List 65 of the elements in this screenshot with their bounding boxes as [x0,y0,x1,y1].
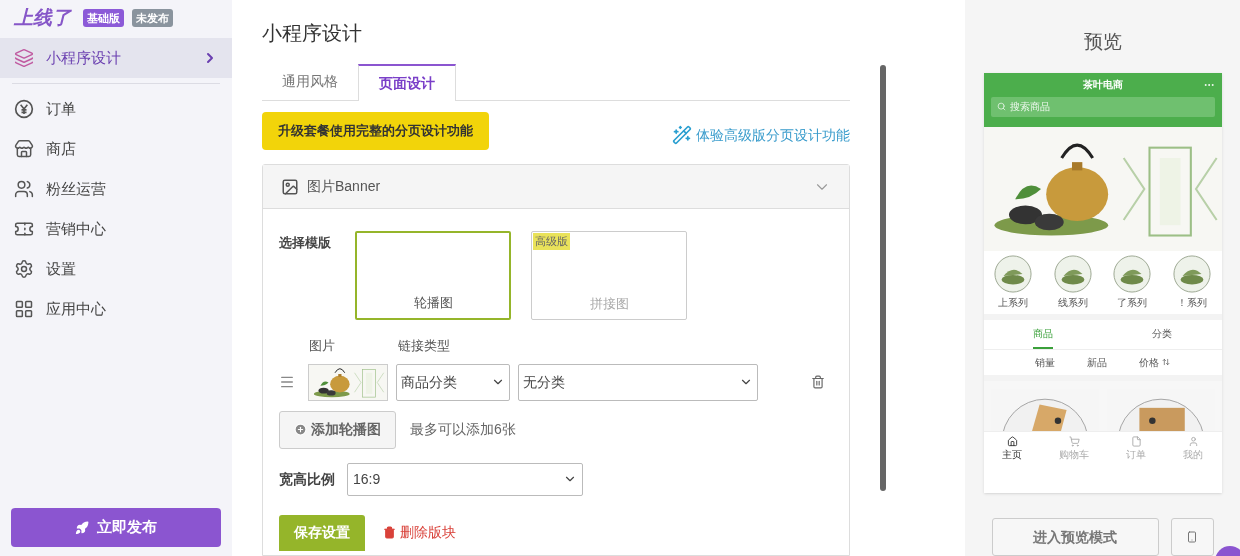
link-type-select[interactable]: 商品分类 [396,363,510,401]
sidebar-item[interactable]: 商店 [0,129,232,169]
settings-icon [14,259,34,279]
phone-tab[interactable]: 分类 [1152,319,1172,349]
layers-icon [14,48,34,68]
category-label[interactable]: ！系列 [1176,294,1207,310]
plus-icon [294,423,307,436]
cart-icon [1068,436,1080,447]
image-icon [281,177,299,196]
drag-handle-icon[interactable] [279,374,295,390]
delete-icon[interactable] [811,375,825,389]
column-header: 图片 [309,337,336,355]
phone-tab[interactable]: 商品 [1033,319,1053,349]
template-label: 选择模版 [279,234,332,252]
yen-icon [14,99,34,119]
ticket-icon [14,219,34,239]
template-card[interactable]: 高级版 拼接图 [531,231,687,320]
sort-option[interactable]: 销量 [1035,354,1055,370]
scrollbar[interactable] [880,65,886,491]
template-card[interactable]: 轮播图 [355,231,511,320]
sidebar-item[interactable]: 营销中心 [0,209,232,249]
page-title: 小程序设计 [262,21,363,46]
phone-title: 茶叶电商 [1082,78,1123,92]
tab[interactable]: 通用风格 [262,63,358,100]
ratio-label: 宽高比例 [279,469,335,489]
magic-wand-icon [672,125,692,145]
category-select[interactable]: 无分类 [518,363,758,401]
upgrade-button[interactable]: 升级套餐使用完整的分页设计功能 [262,112,489,150]
sidebar-item[interactable]: 粉丝运营 [0,169,232,209]
people-icon [14,179,34,199]
preview-title: 预览 [1083,30,1122,54]
panel-title: 图片Banner [307,177,382,196]
category-label[interactable]: 线系列 [1057,294,1088,310]
sort-option[interactable]: 价格 [1139,354,1170,370]
store-icon [14,139,34,159]
category-label[interactable]: 了系列 [1117,294,1148,310]
category-label[interactable]: 上系列 [998,294,1029,310]
logo: 上线了 [14,5,71,30]
trash-icon [383,526,396,539]
sort-option[interactable]: 新品 [1087,354,1107,370]
document-icon [1130,436,1142,447]
version-badge: 未发布 [132,8,173,28]
apps-icon [14,299,34,319]
search-icon [996,102,1006,111]
rocket-icon [75,520,89,535]
sidebar-item[interactable]: 设置 [0,249,232,289]
sidebar-item[interactable]: 应用中心 [0,289,232,329]
tab[interactable]: 页面设计 [358,64,456,101]
sort-icon [1162,358,1170,366]
premium-badge: 高级版 [533,233,570,250]
user-icon [1187,436,1199,447]
preview-mode-button[interactable]: 进入预览模式 [991,518,1159,556]
phone-nav-item[interactable]: 主页 [1002,436,1022,462]
version-badge: 基础版 [83,8,124,28]
column-header: 链接类型 [398,337,450,355]
delete-block-link[interactable]: 删除版块 [383,522,456,543]
add-hint: 最多可以添加6张 [410,420,516,439]
sidebar-item[interactable]: 订单 [0,89,232,129]
add-banner-button[interactable]: 添加轮播图 [279,410,396,449]
phone-view-button[interactable] [1170,518,1214,556]
phone-icon [1186,531,1198,543]
publish-button[interactable]: 立即发布 [11,508,221,547]
ratio-select[interactable]: 16:9 [347,462,583,496]
home-icon [1006,436,1018,447]
sidebar-item[interactable]: 小程序设计 [0,38,232,78]
